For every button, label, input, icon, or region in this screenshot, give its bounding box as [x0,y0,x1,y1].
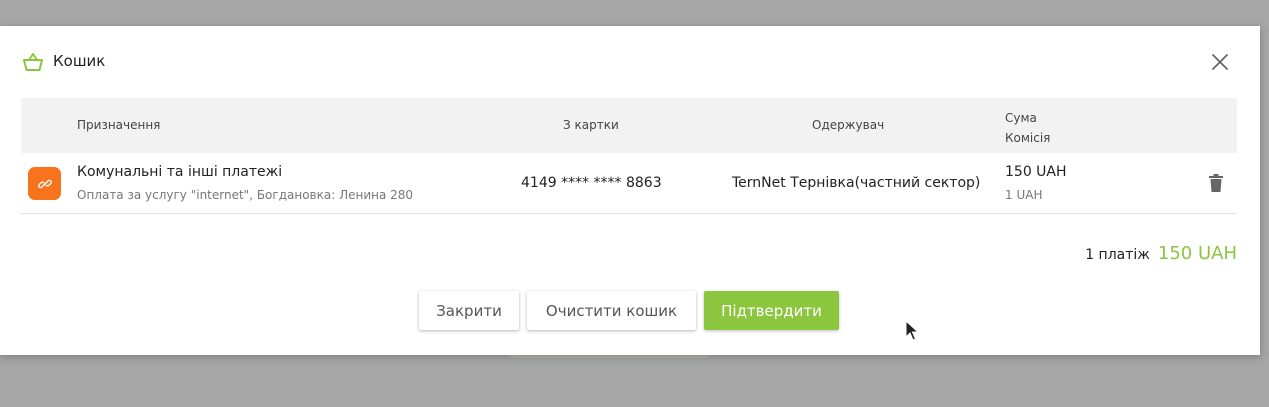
header-recipient: Одержувач [812,118,885,132]
clear-cart-button[interactable]: Очистити кошик [527,291,696,330]
confirm-button[interactable]: Підтвердити [704,291,839,330]
total-payments-count: 1 платіж [1085,247,1150,263]
total-sum: 150 UAH [1157,243,1237,264]
header-amount: Сума [1005,111,1037,125]
cart-total: 1 платіж 150 UAH [1085,243,1237,264]
recipient-name: TernNet Тернівка(частний сектор) [732,175,981,191]
payment-description: Оплата за услугу "internet", Богдановка:… [77,188,414,202]
mouse-cursor-icon [905,320,919,341]
modal-header: Кошик [22,50,1240,74]
table-row: Комунальні та інші платежі Оплата за усл… [21,153,1237,214]
card-number: 4149 **** **** 8863 [521,175,662,191]
table-header: Призначення З картки Одержувач Сума Комі… [21,98,1237,153]
header-fee: Комісія [1005,131,1051,145]
trash-icon[interactable] [1208,174,1224,192]
payment-title: Комунальні та інші платежі [77,164,283,180]
basket-icon [23,53,43,71]
cart-table: Призначення З картки Одержувач Сума Комі… [21,98,1237,214]
header-purpose: Призначення [77,118,161,132]
utilities-icon [28,167,61,200]
modal-title: Кошик [53,52,106,70]
close-button[interactable]: Закрити [419,291,519,330]
close-icon[interactable] [1210,52,1230,72]
cart-modal: Кошик Призначення З картки Одержувач Сум… [0,26,1260,355]
payment-fee: 1 UAH [1005,188,1043,202]
payment-amount: 150 UAH [1005,164,1067,180]
header-amount-fee: Сума Комісія [1005,108,1050,148]
header-card: З картки [563,118,619,132]
